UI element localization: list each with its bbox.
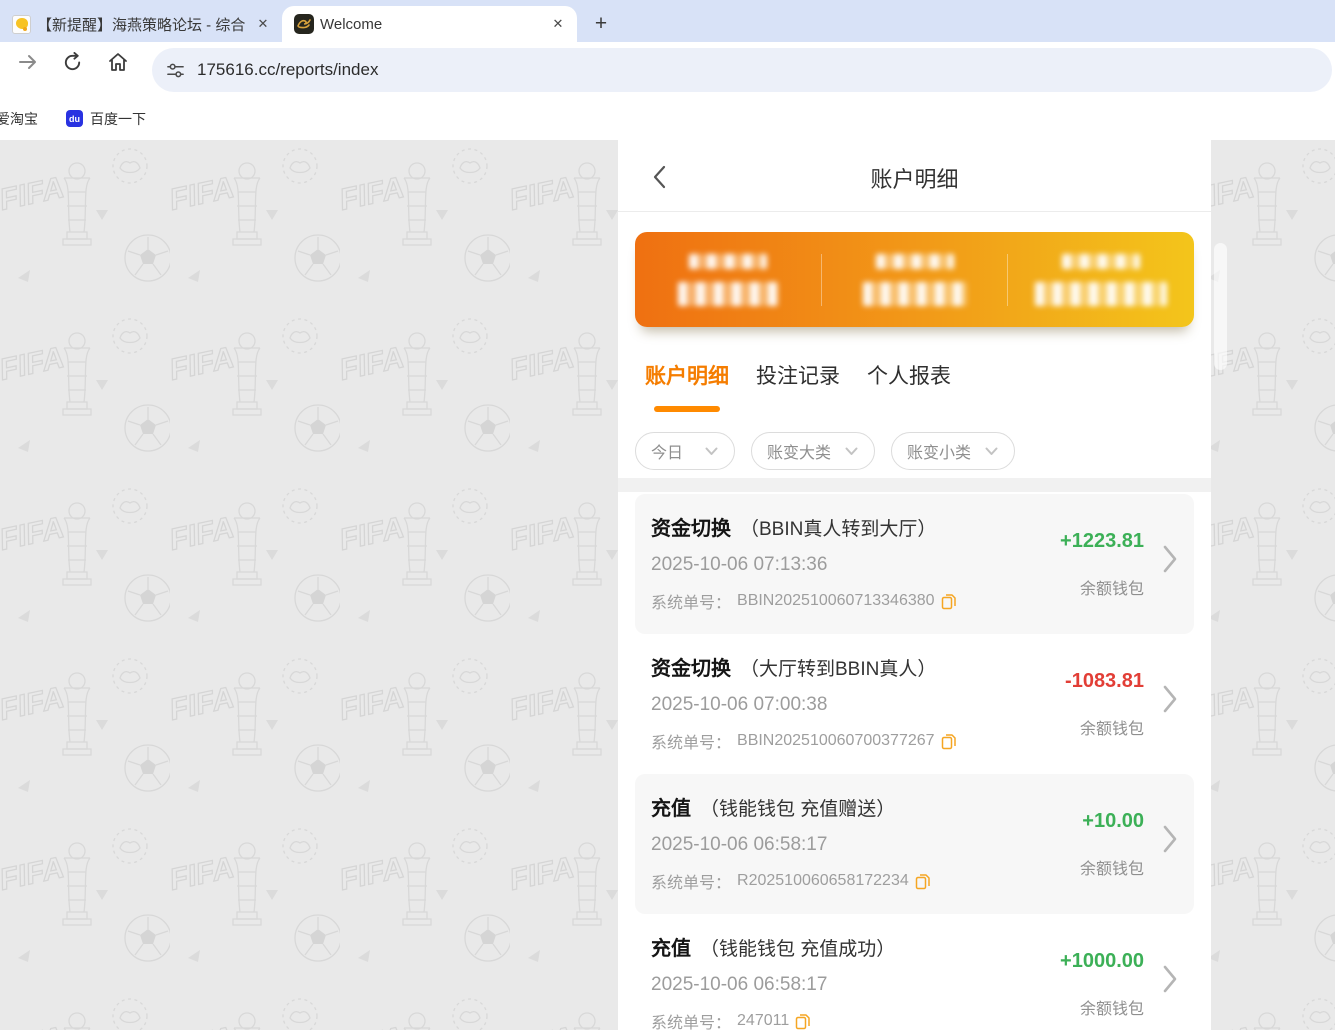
filter-label: 账变大类 [767,439,831,463]
chevron-down-icon [985,447,998,456]
transaction-row[interactable]: 充值 （钱能钱包 充值赠送） 2025-10-06 06:58:17 系统单号：… [635,774,1194,914]
transaction-type: 资金切换 [651,512,731,541]
bookmarks-bar: 爱淘宝 du 百度一下 [0,97,1335,140]
transaction-list: 资金切换 （BBIN真人转到大厅） 2025-10-06 07:13:36 系统… [618,492,1211,1030]
transaction-time: 2025-10-06 07:00:38 [651,694,1178,716]
order-label: 系统单号： [651,1009,731,1030]
baidu-icon: du [66,110,83,127]
chevron-right-icon[interactable] [1162,684,1178,714]
masked-label [689,254,767,269]
forward-arrow-icon [17,51,39,73]
transaction-row[interactable]: 充值 （钱能钱包 充值成功） 2025-10-06 06:58:17 系统单号：… [635,914,1194,1030]
wallet-label: 余额钱包 [1080,855,1144,879]
transaction-detail: （BBIN真人转到大厅） [740,514,936,541]
masked-value [1035,282,1167,306]
transaction-amount: +10.00 [1082,810,1144,833]
tab-close-icon[interactable]: ✕ [549,15,567,33]
order-label: 系统单号： [651,589,731,613]
order-label: 系统单号： [651,869,731,893]
filter-label: 账变小类 [907,439,971,463]
transaction-row[interactable]: 资金切换 （BBIN真人转到大厅） 2025-10-06 07:13:36 系统… [635,494,1194,634]
page-header: 账户明细 [618,140,1211,212]
transaction-amount: -1083.81 [1065,670,1144,693]
chevron-right-icon[interactable] [1162,824,1178,854]
tab-label: 账户明细 [645,365,729,388]
chevron-right-icon[interactable] [1162,544,1178,574]
order-number: BBIN202510060700377267 [737,732,935,750]
tab-personal-report[interactable]: 个人报表 [867,360,951,392]
filter-minor-category-dropdown[interactable]: 账变小类 [891,432,1015,470]
chevron-right-icon[interactable] [1162,964,1178,994]
wallet-label: 余额钱包 [1080,575,1144,599]
address-bar[interactable]: 175616.cc/reports/index [152,48,1332,92]
tab-title: 【新提醒】海燕策略论坛 - 综合 [37,14,248,35]
transaction-type: 充值 [651,932,691,961]
refresh-button[interactable] [55,45,89,79]
copy-icon[interactable] [795,1013,811,1030]
page-scrollbar-thumb[interactable] [1214,243,1227,370]
home-icon [107,51,129,73]
filter-major-category-dropdown[interactable]: 账变大类 [751,432,875,470]
transaction-row[interactable]: 资金切换 （大厅转到BBIN真人） 2025-10-06 07:00:38 系统… [635,634,1194,774]
tab-title: Welcome [320,16,543,33]
filter-label: 今日 [651,439,683,463]
tab-bet-records[interactable]: 投注记录 [756,360,840,392]
bookmark-label: 爱淘宝 [0,109,38,129]
account-detail-panel: 账户明细 账户明细 [618,140,1211,1030]
copy-icon[interactable] [941,733,957,750]
transaction-time: 2025-10-06 07:13:36 [651,554,1178,576]
masked-label [1062,254,1140,269]
masked-value [863,282,967,306]
wallet-label: 余额钱包 [1080,995,1144,1019]
filter-date-dropdown[interactable]: 今日 [635,432,735,470]
transaction-type: 充值 [651,792,691,821]
transaction-amount: +1223.81 [1060,530,1144,553]
chevron-down-icon [845,447,858,456]
order-number: R202510060658172234 [737,872,909,890]
transaction-time: 2025-10-06 06:58:17 [651,834,1178,856]
tab-forum[interactable]: 【新提醒】海燕策略论坛 - 综合 ✕ [0,6,282,42]
page-title: 账户明细 [618,162,1211,194]
transaction-amount: +1000.00 [1060,950,1144,973]
order-label: 系统单号： [651,729,731,753]
order-number: BBIN202510060713346380 [737,592,935,610]
url-text[interactable]: 175616.cc/reports/index [197,60,378,80]
masked-label [876,254,954,269]
balance-summary-card [635,232,1194,327]
copy-icon[interactable] [915,873,931,890]
tab-account-detail[interactable]: 账户明细 [645,360,729,392]
copy-icon[interactable] [941,593,957,610]
transaction-detail: （钱能钱包 充值成功） [700,934,895,961]
transaction-time: 2025-10-06 06:58:17 [651,974,1178,996]
refresh-icon [62,52,83,73]
home-button[interactable] [101,45,135,79]
section-tabs: 账户明细 投注记录 个人报表 [618,327,1211,392]
welcome-favicon-icon [294,14,314,34]
order-number: 247011 [737,1012,789,1030]
summary-column [1007,254,1194,306]
forward-button[interactable] [11,45,45,79]
wallet-label: 余额钱包 [1080,715,1144,739]
chevron-down-icon [705,447,718,456]
summary-column [821,254,1008,306]
masked-value [678,282,778,306]
filter-row: 今日 账变大类 账变小类 [618,392,1211,470]
tab-close-icon[interactable]: ✕ [254,15,272,33]
transaction-detail: （大厅转到BBIN真人） [740,654,936,681]
bookmark-aitaobao[interactable]: 爱淘宝 [0,109,38,129]
new-tab-button[interactable]: + [587,10,615,38]
bookmark-label: 百度一下 [90,109,146,129]
section-separator [618,478,1211,492]
tab-strip: 【新提醒】海燕策略论坛 - 综合 ✕ Welcome ✕ + [0,0,1335,42]
site-settings-icon[interactable] [166,61,185,80]
summary-column [635,254,821,306]
browser-window: 【新提醒】海燕策略论坛 - 综合 ✕ Welcome ✕ + 175616.cc… [0,0,1335,1030]
forum-favicon-icon [12,15,31,34]
active-tab-underline [654,406,720,412]
bookmark-baidu[interactable]: du 百度一下 [66,109,146,129]
transaction-type: 资金切换 [651,652,731,681]
transaction-detail: （钱能钱包 充值赠送） [700,794,895,821]
tab-welcome[interactable]: Welcome ✕ [282,6,577,42]
